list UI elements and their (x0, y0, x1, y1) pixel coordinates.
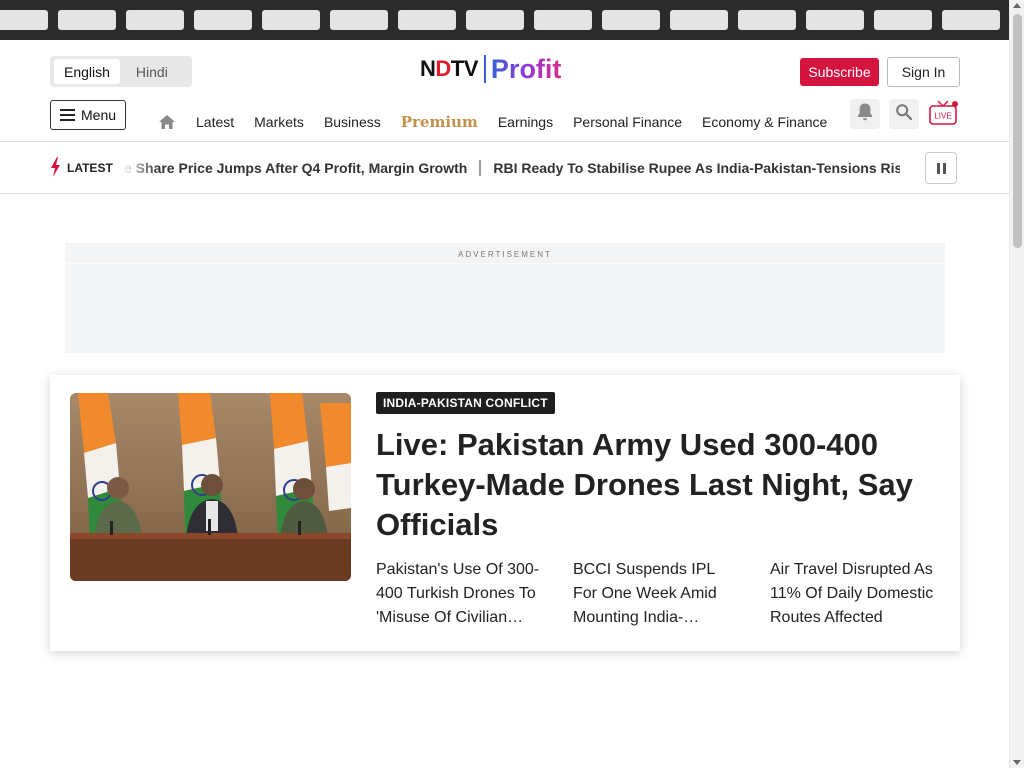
home-icon[interactable] (158, 114, 176, 130)
site-logo[interactable]: NDTV Profit (420, 52, 561, 86)
ticker-label-text: LATEST (67, 161, 113, 175)
nav-item-personal-finance[interactable]: Personal Finance (573, 114, 682, 130)
related-stories: Pakistan's Use Of 300-400 Turkish Drones… (376, 558, 946, 630)
pause-icon (935, 162, 947, 174)
placeholder-pill (126, 10, 184, 30)
nav-item-business[interactable]: Business (324, 114, 381, 130)
bell-icon (856, 102, 874, 126)
placeholder-pill (466, 10, 524, 30)
live-tv-icon: LIVE (929, 100, 958, 125)
scrollbar-thumb[interactable] (1013, 14, 1022, 248)
placeholder-pill (670, 10, 728, 30)
language-option-english[interactable]: English (54, 59, 120, 84)
header-divider (0, 141, 1009, 142)
language-option-hindi[interactable]: Hindi (126, 59, 178, 84)
live-tv-button[interactable]: LIVE (928, 99, 958, 129)
placeholder-pill (602, 10, 660, 30)
logo-product: Profit (490, 53, 562, 84)
placeholder-pill (58, 10, 116, 30)
ticker-label: LATEST (50, 156, 113, 180)
menu-label: Menu (81, 107, 117, 123)
language-switch: English Hindi (50, 56, 192, 87)
story-category-tag[interactable]: INDIA-PAKISTAN CONFLICT (376, 392, 555, 414)
related-story-link[interactable]: Pakistan's Use Of 300-400 Turkish Drones… (376, 558, 541, 630)
ticker-fade (122, 154, 158, 182)
ticker-divider (0, 193, 1009, 194)
nav-item-premium[interactable]: Premium (401, 113, 478, 131)
advertisement-divider (65, 263, 945, 264)
vertical-scrollbar[interactable] (1009, 0, 1024, 768)
advertisement-slot: ADVERTISEMENT (65, 243, 945, 353)
placeholder-pill (194, 10, 252, 30)
menu-button[interactable]: Menu (50, 100, 126, 130)
subscribe-button[interactable]: Subscribe (800, 58, 879, 86)
nav-item-earnings[interactable]: Earnings (498, 114, 553, 130)
hamburger-icon (60, 109, 75, 121)
placeholder-pill (534, 10, 592, 30)
placeholder-pill (738, 10, 796, 30)
logo-brand: NDTV (420, 56, 478, 81)
nav-item-latest[interactable]: Latest (196, 114, 234, 130)
placeholder-pill (398, 10, 456, 30)
logo-separator (483, 55, 486, 83)
search-icon (895, 103, 913, 126)
ticker-pause-button[interactable] (925, 152, 957, 184)
related-story-link[interactable]: BCCI Suspends IPL For One Week Amid Moun… (573, 558, 738, 630)
ticker-headline[interactable]: RBI Ready To Stabilise Rupee As India-Pa… (493, 160, 900, 176)
main-nav: Latest Markets Business Premium Earnings… (158, 110, 828, 134)
nav-item-economy-finance[interactable]: Economy & Finance (702, 114, 827, 130)
scroll-up-arrow[interactable] (1013, 3, 1021, 8)
placeholder-pill (874, 10, 932, 30)
placeholder-pill (262, 10, 320, 30)
placeholder-pill (806, 10, 864, 30)
ticker-separator (479, 160, 482, 176)
nav-item-markets[interactable]: Markets (254, 114, 304, 130)
placeholder-pill (0, 10, 48, 30)
top-story-card: INDIA-PAKISTAN CONFLICT Live: Pakistan A… (50, 375, 960, 651)
lightning-bolt-icon (50, 156, 61, 180)
scroll-down-arrow[interactable] (1013, 760, 1021, 765)
search-button[interactable] (889, 99, 919, 129)
top-banner-strip (0, 0, 1009, 40)
story-headline[interactable]: Live: Pakistan Army Used 300-400 Turkey-… (376, 425, 936, 545)
placeholder-pill (330, 10, 388, 30)
advertisement-label: ADVERTISEMENT (458, 250, 552, 259)
sign-in-button[interactable]: Sign In (887, 57, 960, 87)
news-ticker: rge Share Price Jumps After Q4 Profit, M… (124, 156, 900, 180)
ticker-headline[interactable]: rge Share Price Jumps After Q4 Profit, M… (124, 160, 467, 176)
related-story-link[interactable]: Air Travel Disrupted As 11% Of Daily Dom… (770, 558, 945, 630)
live-label: LIVE (934, 112, 951, 121)
placeholder-pill (942, 10, 1000, 30)
top-story-image[interactable] (70, 393, 351, 581)
notifications-button[interactable] (850, 99, 880, 129)
